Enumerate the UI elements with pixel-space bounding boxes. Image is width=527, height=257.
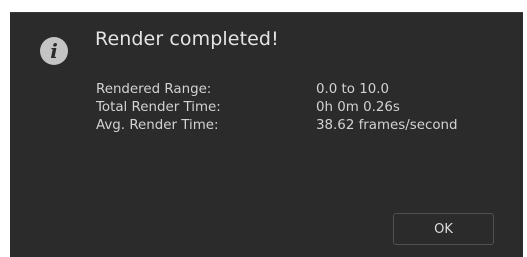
info-icon: i: [40, 37, 68, 65]
stat-label: Avg. Render Time:: [96, 118, 219, 133]
info-icon-glyph: i: [50, 39, 58, 63]
dialog-title: Render completed!: [95, 28, 279, 50]
render-stats: Rendered Range: 0.0 to 10.0 Total Render…: [96, 81, 516, 135]
stat-value: 0.0 to 10.0: [316, 82, 390, 97]
ok-button[interactable]: OK: [393, 213, 494, 245]
stat-row-rendered-range: Rendered Range: 0.0 to 10.0: [96, 81, 516, 99]
stat-row-total-render-time: Total Render Time: 0h 0m 0.26s: [96, 99, 516, 117]
render-completed-dialog: i Render completed! Rendered Range: 0.0 …: [10, 12, 523, 257]
stat-value: 0h 0m 0.26s: [316, 100, 400, 115]
stat-value: 38.62 frames/second: [316, 118, 458, 133]
stat-row-avg-render-time: Avg. Render Time: 38.62 frames/second: [96, 117, 516, 135]
stat-label: Rendered Range:: [96, 82, 212, 97]
stat-label: Total Render Time:: [96, 100, 221, 115]
